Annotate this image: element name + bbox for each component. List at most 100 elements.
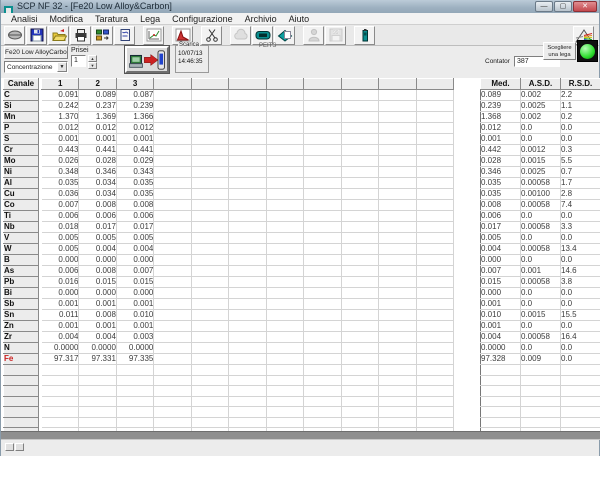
menu-item-configurazione[interactable]: Configurazione [166,13,239,25]
probe-count-input[interactable]: 1 [71,55,86,67]
cell-empty [42,365,79,376]
cell-sb-asd: 0.0 [521,299,561,310]
cell-empty [416,321,453,332]
maximize-button[interactable]: ▢ [554,1,572,12]
cell-empty [341,222,378,233]
scroll-left-icon[interactable] [5,443,14,451]
column-header-empty [266,79,303,90]
cell-empty [229,178,266,189]
config-icon-button[interactable] [92,26,113,45]
cell-empty [191,288,228,299]
menu-item-lega[interactable]: Lega [134,13,166,25]
cell-empty [154,277,191,288]
cell-empty [379,396,416,407]
close-button[interactable]: ✕ [573,1,597,12]
cell-empty [304,365,341,376]
element-label-co: Co [4,200,39,211]
cell-empty [416,112,453,123]
cell-fe-med: 97.328 [481,354,521,365]
cell-bi-rsd: 0.0 [561,288,600,299]
cell-empty [229,386,266,397]
cell-empty [341,365,378,376]
open-folder-icon-button[interactable] [48,26,69,45]
cell-empty [154,145,191,156]
horizontal-scrollbar[interactable] [1,431,600,440]
cell-ni-med: 0.346 [481,167,521,178]
cell-sn-med: 0.010 [481,310,521,321]
menu-item-modifica[interactable]: Modifica [44,13,90,25]
cell-empty [379,310,416,321]
cell-empty [229,189,266,200]
cell-empty [229,288,266,299]
cell-empty [266,211,303,222]
cell-empty [191,321,228,332]
cell-empty [521,417,561,428]
cell-sb-med: 0.001 [481,299,521,310]
choose-alloy-button[interactable]: Scegliere una lega [543,42,576,60]
cell-co-run1: 0.007 [42,200,79,211]
download-from-instrument-button[interactable] [125,46,169,73]
mode-combobox[interactable]: Concentrazione ▼ [4,61,68,73]
battery-icon-button[interactable] [354,26,375,45]
window-controls: — ▢ ✕ [534,1,597,12]
minimize-button[interactable]: — [535,1,553,12]
cell-empty [154,266,191,277]
cell-zr-med: 0.004 [481,332,521,343]
column-header-empty [379,79,416,90]
probe-count-label: Prisei [71,47,89,54]
cell-fe-rsd: 0.0 [561,354,600,365]
cell-empty [79,365,116,376]
cell-empty [416,354,453,365]
cell-empty [416,299,453,310]
cell-s-rsd: 0.0 [561,134,600,145]
column-header-empty [154,79,191,90]
cloud-icon-button [230,26,251,45]
save-icon-button[interactable] [26,26,47,45]
cut-icon-button[interactable] [201,26,222,45]
cell-nb-run2: 0.017 [79,222,116,233]
menu-item-taratura[interactable]: Taratura [89,13,134,25]
cell-empty [341,178,378,189]
alloy-book-icon-button[interactable] [274,26,295,45]
cell-empty [379,222,416,233]
instrument-icon-button[interactable] [252,26,273,45]
cell-w-run2: 0.004 [79,244,116,255]
cell-empty [481,365,521,376]
app-window: SCP NF 32 - [Fe20 Low Alloy&Carbon] — ▢ … [0,0,600,456]
cell-empty [266,167,303,178]
cell-empty [304,375,341,386]
cell-al-med: 0.035 [481,178,521,189]
cell-empty [416,90,453,101]
cell-empty [154,134,191,145]
cell-empty [42,375,79,386]
menu-item-aiuto[interactable]: Aiuto [283,13,316,25]
cell-empty [304,134,341,145]
element-label-empty [4,407,39,418]
scroll-right-icon[interactable] [15,443,24,451]
specimen-icon-button[interactable] [4,26,25,45]
cell-empty [266,145,303,156]
cell-ti-run2: 0.006 [79,211,116,222]
stepper-up-icon[interactable]: ▲ [88,55,97,62]
cell-empty [416,375,453,386]
menu-item-archivio[interactable]: Archivio [239,13,283,25]
cell-empty [154,343,191,354]
element-label-fe: Fe [4,354,39,365]
print-icon-button[interactable] [70,26,91,45]
cell-empty [191,123,228,134]
download-info-group: Scarica 10/07/13 14:46:35 [175,45,209,73]
cell-empty [191,365,228,376]
cell-c-run1: 0.091 [42,90,79,101]
cell-p-med: 0.012 [481,123,521,134]
cell-s-med: 0.001 [481,134,521,145]
chevron-down-icon[interactable]: ▼ [57,62,67,72]
screen: SCP NF 32 - [Fe20 Low Alloy&Carbon] — ▢ … [0,0,600,480]
report-icon-button[interactable] [114,26,135,45]
menu-item-analisi[interactable]: Analisi [5,13,44,25]
column-header-empty [341,79,378,90]
cell-s-asd: 0.0 [521,134,561,145]
calibration-chart-icon-button[interactable] [143,26,164,45]
cell-empty [191,189,228,200]
alloy-button[interactable]: Fe20 Low AlloyCarbon [4,46,68,59]
stepper-down-icon[interactable]: ▼ [88,62,97,69]
